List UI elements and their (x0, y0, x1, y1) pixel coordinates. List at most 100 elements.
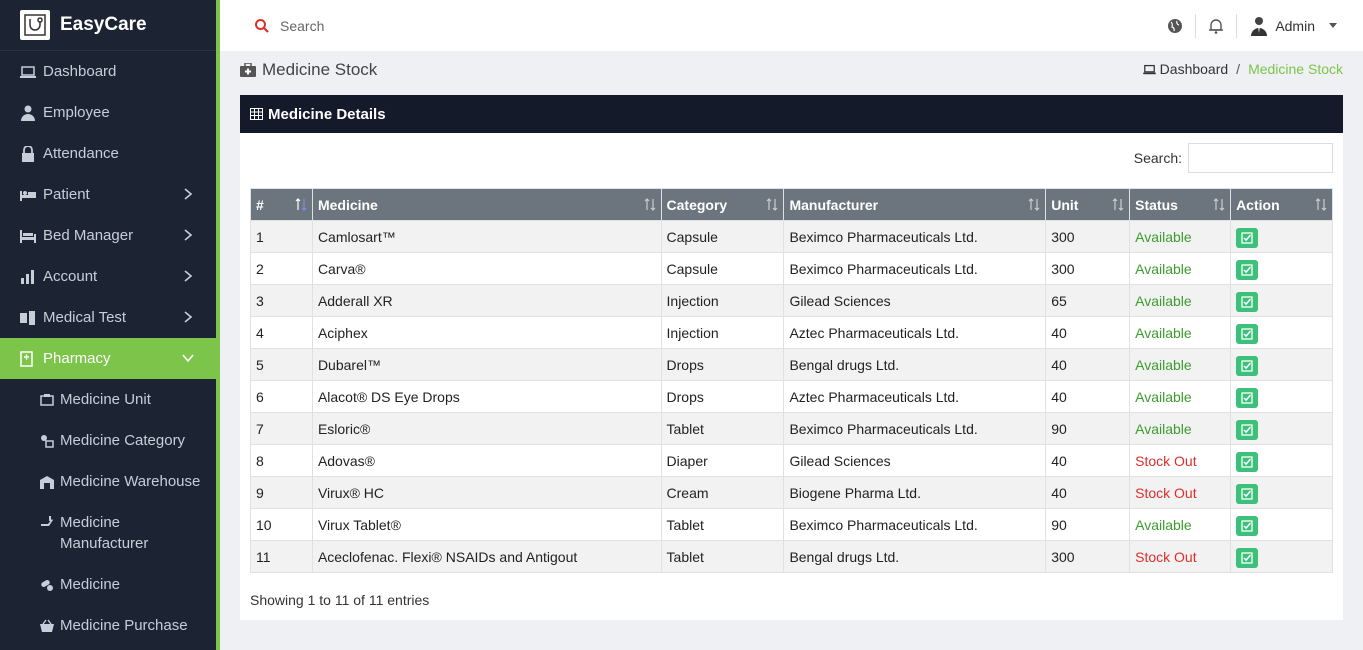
brand[interactable]: EasyCare (0, 0, 216, 51)
cell-medicine: Adovas® (311, 444, 662, 477)
sidebar-subitem-medicine[interactable]: Medicine (0, 564, 216, 605)
cell-manufacturer: Beximco Pharmaceuticals Ltd. (783, 220, 1047, 253)
laptop-icon (20, 64, 36, 80)
cell-status: Available (1129, 348, 1232, 381)
cell-num: 11 (250, 540, 313, 573)
table-row: 6 Alacot® DS Eye Drops Drops Aztec Pharmace… (250, 380, 1333, 413)
sidebar-subitem-medicine-manufacturer[interactable]: Medicine Manufacturer (0, 502, 216, 564)
brand-logo-icon (20, 10, 50, 40)
breadcrumb-home-link[interactable]: Dashboard (1160, 61, 1229, 77)
column-header-status[interactable]: Status (1129, 188, 1232, 221)
cell-manufacturer: Beximco Pharmaceuticals Ltd. (783, 508, 1047, 541)
sidebar-subitem-medicine-warehouse[interactable]: Medicine Warehouse (0, 461, 216, 502)
card-header: Medicine Details (240, 95, 1343, 133)
bed-frame-icon (20, 228, 36, 244)
cell-status: Stock Out (1129, 444, 1232, 477)
sidebar-subitem-label: Medicine Purchase (60, 617, 188, 634)
cell-category: Drops (660, 380, 785, 413)
edit-button[interactable] (1236, 259, 1259, 280)
chevron-right-icon (184, 188, 193, 200)
check-square-icon (1241, 231, 1253, 244)
sidebar-item-attendance[interactable]: Attendance (0, 133, 216, 174)
column-header-manufacturer[interactable]: Manufacturer (783, 188, 1047, 221)
globe-icon[interactable] (1155, 0, 1195, 51)
edit-button[interactable] (1236, 547, 1259, 568)
search-input[interactable] (280, 17, 580, 34)
table-icon (250, 108, 263, 120)
sort-icon (1028, 198, 1040, 211)
cell-unit: 65 (1045, 284, 1131, 317)
bell-icon[interactable] (1196, 0, 1236, 51)
unit-icon (40, 393, 54, 407)
cell-medicine: Adderall XR (311, 284, 662, 317)
column-header-category[interactable]: Category (660, 188, 785, 221)
cell-category: Injection (660, 284, 785, 317)
edit-button[interactable] (1236, 419, 1259, 440)
edit-button[interactable] (1236, 323, 1259, 344)
cell-num: 2 (250, 252, 313, 285)
cell-num: 5 (250, 348, 313, 381)
cell-medicine: Virux Tablet® (311, 508, 662, 541)
cell-medicine: Alacot® DS Eye Drops (311, 380, 662, 413)
table-row: 3 Adderall XR Injection Gilead Sciences 65 Av… (250, 284, 1333, 317)
edit-button[interactable] (1236, 227, 1259, 248)
cell-status: Available (1129, 412, 1232, 445)
edit-button[interactable] (1236, 355, 1259, 376)
table-header-row: # Medicine Category Manufacturer Unit St… (250, 188, 1333, 221)
cell-manufacturer: Beximco Pharmaceuticals Ltd. (783, 252, 1047, 285)
sidebar-item-account[interactable]: Account (0, 256, 216, 297)
sidebar-subitem-medicine-purchase[interactable]: Medicine Purchase (0, 605, 216, 646)
cell-medicine: Aceclofenac. Flexi® NSAIDs and Antigout (311, 540, 662, 573)
table-info: Showing 1 to 11 of 11 entries (250, 592, 430, 608)
column-header-num[interactable]: # (250, 188, 313, 221)
search-icon[interactable] (254, 18, 270, 34)
edit-button[interactable] (1236, 291, 1259, 312)
sidebar-subitem-medicine-category[interactable]: Medicine Category (0, 420, 216, 461)
cell-medicine: Carva® (311, 252, 662, 285)
cell-category: Tablet (660, 540, 785, 573)
sidebar-item-medical-test[interactable]: Medical Test (0, 297, 216, 338)
cell-category: Injection (660, 316, 785, 349)
column-header-action[interactable]: Action (1230, 188, 1333, 221)
cell-num: 4 (250, 316, 313, 349)
sidebar-item-pharmacy[interactable]: Pharmacy (0, 338, 216, 379)
edit-button[interactable] (1236, 515, 1259, 536)
table-row: 4 Aciphex Injection Aztec Pharmaceuticals L… (250, 316, 1333, 349)
table-row: 1 Camlosart™ Capsule Beximco Pharmaceutical… (250, 220, 1333, 253)
sidebar-subitem-label: Medicine Category (60, 432, 186, 449)
check-square-icon (1241, 487, 1253, 500)
sort-asc-icon (295, 198, 307, 211)
pills-icon (40, 578, 54, 592)
table-search: Search: (1134, 143, 1333, 173)
table-row: 9 Virux® HC Cream Biogene Pharma Ltd. 40 Stoc… (250, 476, 1333, 509)
cell-status: Available (1129, 284, 1232, 317)
check-square-icon (1241, 391, 1253, 404)
table-row: 2 Carva® Capsule Beximco Pharmaceuticals Lt… (250, 252, 1333, 285)
table-search-input[interactable] (1188, 143, 1333, 173)
cell-unit: 40 (1045, 380, 1131, 413)
column-header-medicine[interactable]: Medicine (311, 188, 662, 221)
basket-icon (40, 619, 54, 633)
user-menu[interactable]: Admin (1237, 16, 1363, 36)
medicine-details-card: Medicine Details Search: # Medicine Cate… (240, 95, 1343, 620)
sidebar-subitem-label: Medicine Manufacturer (60, 514, 149, 552)
cell-status: Available (1129, 380, 1232, 413)
cell-manufacturer: Aztec Pharmaceuticals Ltd. (783, 316, 1047, 349)
cell-manufacturer: Aztec Pharmaceuticals Ltd. (783, 380, 1047, 413)
cell-num: 10 (250, 508, 313, 541)
edit-button[interactable] (1236, 483, 1259, 504)
column-header-unit[interactable]: Unit (1045, 188, 1131, 221)
sidebar-item-bed-manager[interactable]: Bed Manager (0, 215, 216, 256)
lock-icon (20, 145, 36, 162)
sidebar-item-employee[interactable]: Employee (0, 92, 216, 133)
sidebar-subitem-medicine-unit[interactable]: Medicine Unit (0, 379, 216, 420)
sidebar-item-patient[interactable]: Patient (0, 174, 216, 215)
cell-num: 8 (250, 444, 313, 477)
sidebar-item-dashboard[interactable]: Dashboard (0, 51, 216, 92)
cell-action (1230, 476, 1333, 509)
edit-button[interactable] (1236, 451, 1259, 472)
cell-num: 7 (250, 412, 313, 445)
breadcrumb-current: Medicine Stock (1248, 61, 1343, 77)
cell-category: Tablet (660, 508, 785, 541)
edit-button[interactable] (1236, 387, 1259, 408)
